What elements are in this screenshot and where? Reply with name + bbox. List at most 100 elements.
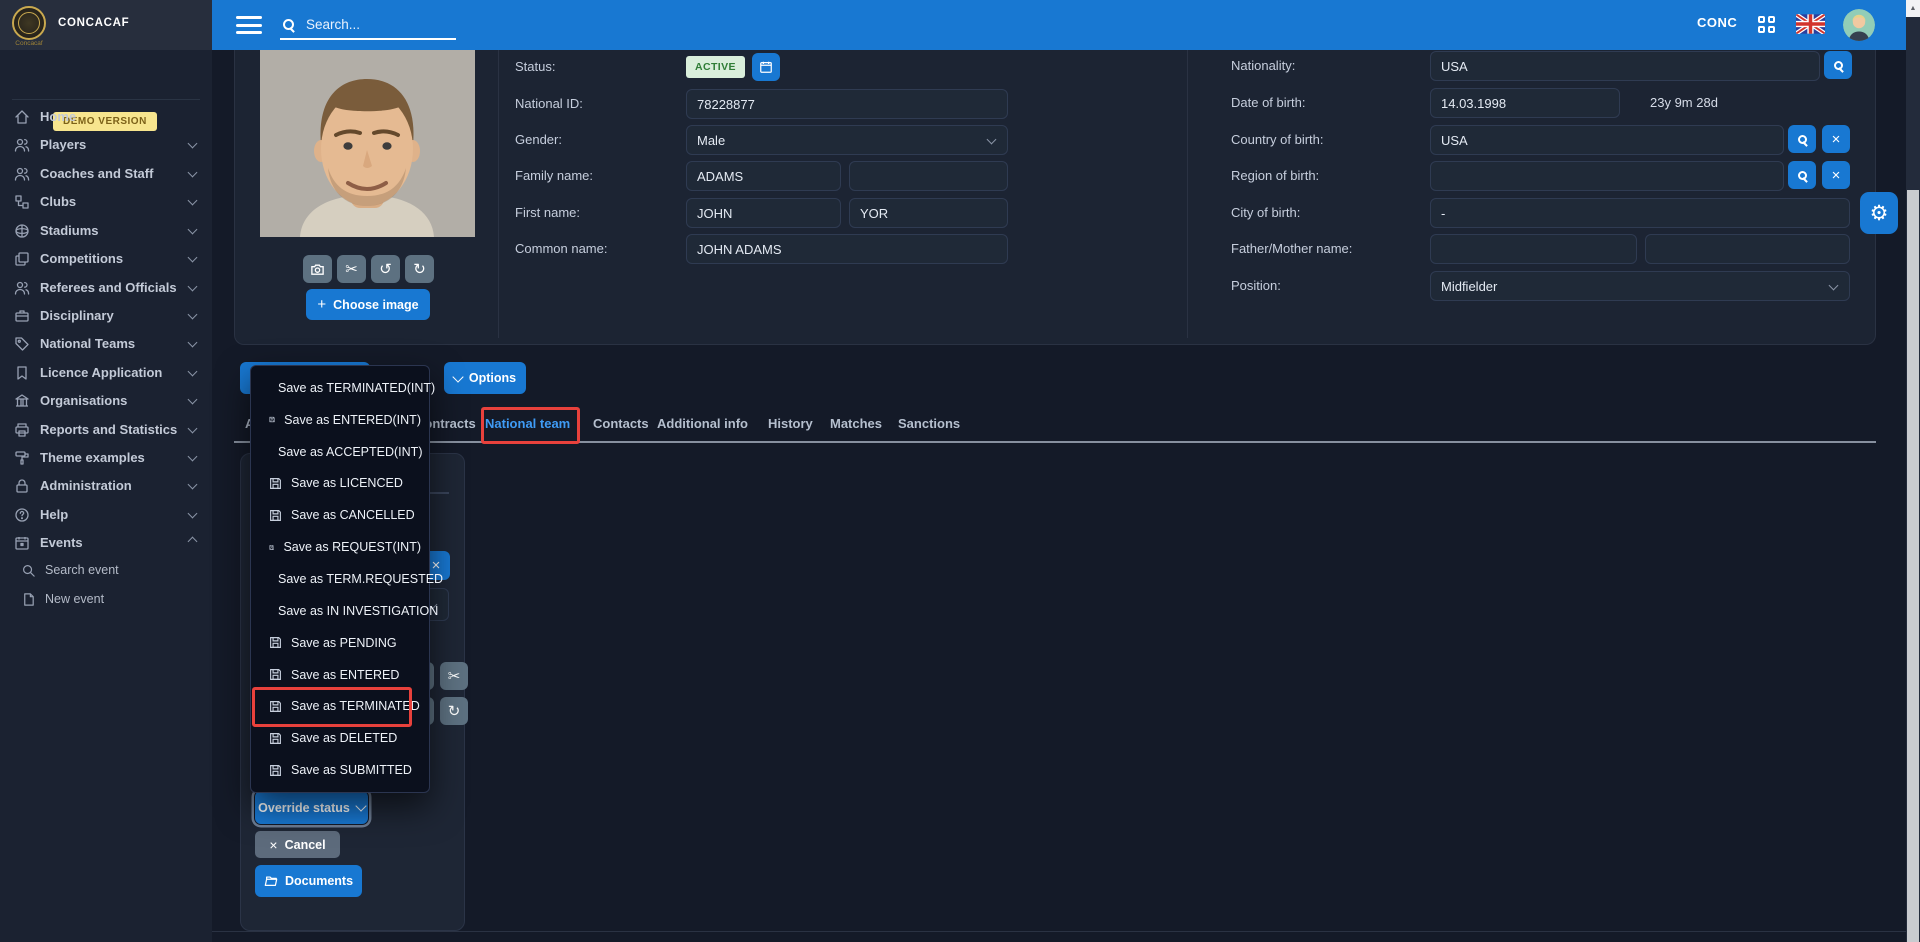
tab-sanctions[interactable]: Sanctions: [898, 416, 960, 431]
bottom-divider: [212, 931, 1906, 932]
position-select[interactable]: Midfielder: [1430, 271, 1850, 301]
nationality-field[interactable]: USA: [1430, 51, 1820, 81]
sidebar-item-players[interactable]: Players: [0, 131, 212, 159]
menu-item-save-request-int[interactable]: Save as REQUEST(INT): [251, 531, 429, 563]
panel-divider: [1187, 50, 1188, 338]
first-name-field[interactable]: JOHN: [686, 198, 841, 228]
status-badge: ACTIVE: [686, 56, 745, 78]
sidebar-item-clubs[interactable]: Clubs: [0, 188, 212, 216]
menu-toggle-button[interactable]: [236, 16, 262, 34]
sidebar-item-home[interactable]: Home: [0, 103, 212, 131]
family-name-field[interactable]: ADAMS: [686, 161, 841, 191]
family-name-field-2[interactable]: [849, 161, 1008, 191]
father-name-field[interactable]: [1430, 234, 1637, 264]
country-of-birth-field[interactable]: USA: [1430, 125, 1784, 155]
region-clear-button[interactable]: ×: [1822, 161, 1850, 189]
menu-item-save-cancelled[interactable]: Save as CANCELLED: [251, 499, 429, 531]
region-of-birth-label: Region of birth:: [1231, 168, 1319, 183]
sidebar-item-referees-and-officials[interactable]: Referees and Officials: [0, 274, 212, 302]
sidebar-item-new-event[interactable]: New event: [0, 586, 212, 614]
crop-button[interactable]: ✂: [440, 662, 468, 690]
scrollbar-thumb[interactable]: [1907, 190, 1919, 942]
country-of-birth-label: Country of birth:: [1231, 132, 1324, 147]
sidebar-item-organisations[interactable]: Organisations: [0, 387, 212, 415]
tab-contacts[interactable]: Contacts: [593, 416, 649, 431]
common-name-field[interactable]: JOHN ADAMS: [686, 234, 1008, 264]
menu-item-save-deleted[interactable]: Save as DELETED: [251, 722, 429, 754]
override-status-button[interactable]: Override status: [255, 791, 368, 824]
rotate-right-icon: ↻: [448, 702, 461, 720]
region-search-button[interactable]: [1788, 161, 1816, 189]
status-history-button[interactable]: [752, 53, 780, 81]
tab-additional-info[interactable]: Additional info: [657, 416, 748, 431]
sidebar-item-help[interactable]: Help: [0, 501, 212, 529]
camera-button[interactable]: [303, 255, 332, 283]
sidebar-item-theme-examples[interactable]: Theme examples: [0, 444, 212, 472]
sidebar-item-search-event[interactable]: Search event: [0, 557, 212, 585]
sidebar-item-national-teams[interactable]: National Teams: [0, 330, 212, 358]
city-of-birth-field[interactable]: -: [1430, 198, 1850, 228]
settings-gear-button[interactable]: ⚙: [1860, 192, 1898, 234]
chevron-down-icon: [188, 310, 198, 320]
nationality-label: Nationality:: [1231, 58, 1295, 73]
national-id-field[interactable]: 78228877: [686, 89, 1008, 119]
menu-item-save-licenced[interactable]: Save as LICENCED: [251, 468, 429, 500]
reports-icon: [14, 422, 30, 438]
scroll-up-button[interactable]: ▲: [1906, 0, 1920, 17]
country-clear-button[interactable]: ×: [1822, 125, 1850, 153]
tab-matches[interactable]: Matches: [830, 416, 882, 431]
sidebar-item-administration[interactable]: Administration: [0, 472, 212, 500]
language-flag-uk-icon[interactable]: [1796, 14, 1825, 34]
menu-item-save-submitted[interactable]: Save as SUBMITTED: [251, 754, 429, 786]
menu-item-save-term-requested[interactable]: Save as TERM.REQUESTED: [251, 563, 429, 595]
concacaf-logo-icon: [12, 6, 46, 40]
sidebar-item-disciplinary[interactable]: Disciplinary: [0, 302, 212, 330]
age-text: 23y 9m 28d: [1650, 95, 1718, 110]
sidebar-item-coaches-and-staff[interactable]: Coaches and Staff: [0, 160, 212, 188]
chevron-down-icon: [188, 509, 198, 519]
mother-name-field[interactable]: [1645, 234, 1850, 264]
menu-item-save-in-investigation[interactable]: Save as IN INVESTIGATION: [251, 595, 429, 627]
apps-grid-icon[interactable]: [1758, 16, 1775, 33]
choose-image-button[interactable]: + Choose image: [306, 289, 430, 320]
org-code[interactable]: CONC: [1697, 15, 1737, 30]
help-icon: [14, 507, 30, 523]
region-of-birth-field[interactable]: [1430, 161, 1784, 191]
first-name-field-2[interactable]: YOR: [849, 198, 1008, 228]
tab-national-team[interactable]: National team: [485, 416, 570, 431]
documents-button[interactable]: Documents: [255, 865, 362, 897]
sidebar-item-stadiums[interactable]: Stadiums: [0, 217, 212, 245]
chevron-down-icon: [188, 139, 198, 149]
save-icon: [269, 764, 282, 777]
rotate-right-button[interactable]: ↻: [440, 697, 468, 725]
menu-item-save-accepted-int[interactable]: Save as ACCEPTED(INT): [251, 436, 429, 468]
brand-area[interactable]: Concacaf CONCACAF: [0, 0, 212, 50]
dob-label: Date of birth:: [1231, 95, 1305, 110]
save-icon: [269, 541, 274, 554]
sidebar-item-competitions[interactable]: Competitions: [0, 245, 212, 273]
menu-item-save-entered[interactable]: Save as ENTERED: [251, 659, 429, 691]
cancel-button[interactable]: × Cancel: [255, 831, 340, 858]
scissors-icon: ✂: [448, 667, 461, 685]
gender-select[interactable]: Male: [686, 125, 1008, 155]
country-search-button[interactable]: [1788, 125, 1816, 153]
rotate-left-button[interactable]: ↺: [371, 255, 400, 283]
nationality-search-button[interactable]: [1824, 51, 1852, 79]
brand-name: CONCACAF: [58, 17, 129, 29]
dob-field[interactable]: 14.03.1998: [1430, 88, 1620, 118]
menu-item-save-pending[interactable]: Save as PENDING: [251, 627, 429, 659]
search-input[interactable]: Search...: [280, 10, 456, 40]
user-avatar[interactable]: [1843, 9, 1875, 41]
menu-item-save-entered-int[interactable]: Save as ENTERED(INT): [251, 404, 429, 436]
sidebar-item-events[interactable]: Events: [0, 529, 212, 557]
tab-history[interactable]: History: [768, 416, 813, 431]
calendar-icon: [759, 60, 773, 74]
options-button[interactable]: Options: [444, 362, 526, 394]
rotate-right-button[interactable]: ↻: [405, 255, 434, 283]
crop-button[interactable]: ✂: [337, 255, 366, 283]
sidebar-item-licence-application[interactable]: Licence Application: [0, 359, 212, 387]
menu-item-save-terminated-int[interactable]: Save as TERMINATED(INT): [251, 372, 429, 404]
sidebar-item-reports-and-statistics[interactable]: Reports and Statistics: [0, 416, 212, 444]
menu-item-save-terminated[interactable]: Save as TERMINATED: [251, 690, 429, 722]
family-name-label: Family name:: [515, 168, 593, 183]
